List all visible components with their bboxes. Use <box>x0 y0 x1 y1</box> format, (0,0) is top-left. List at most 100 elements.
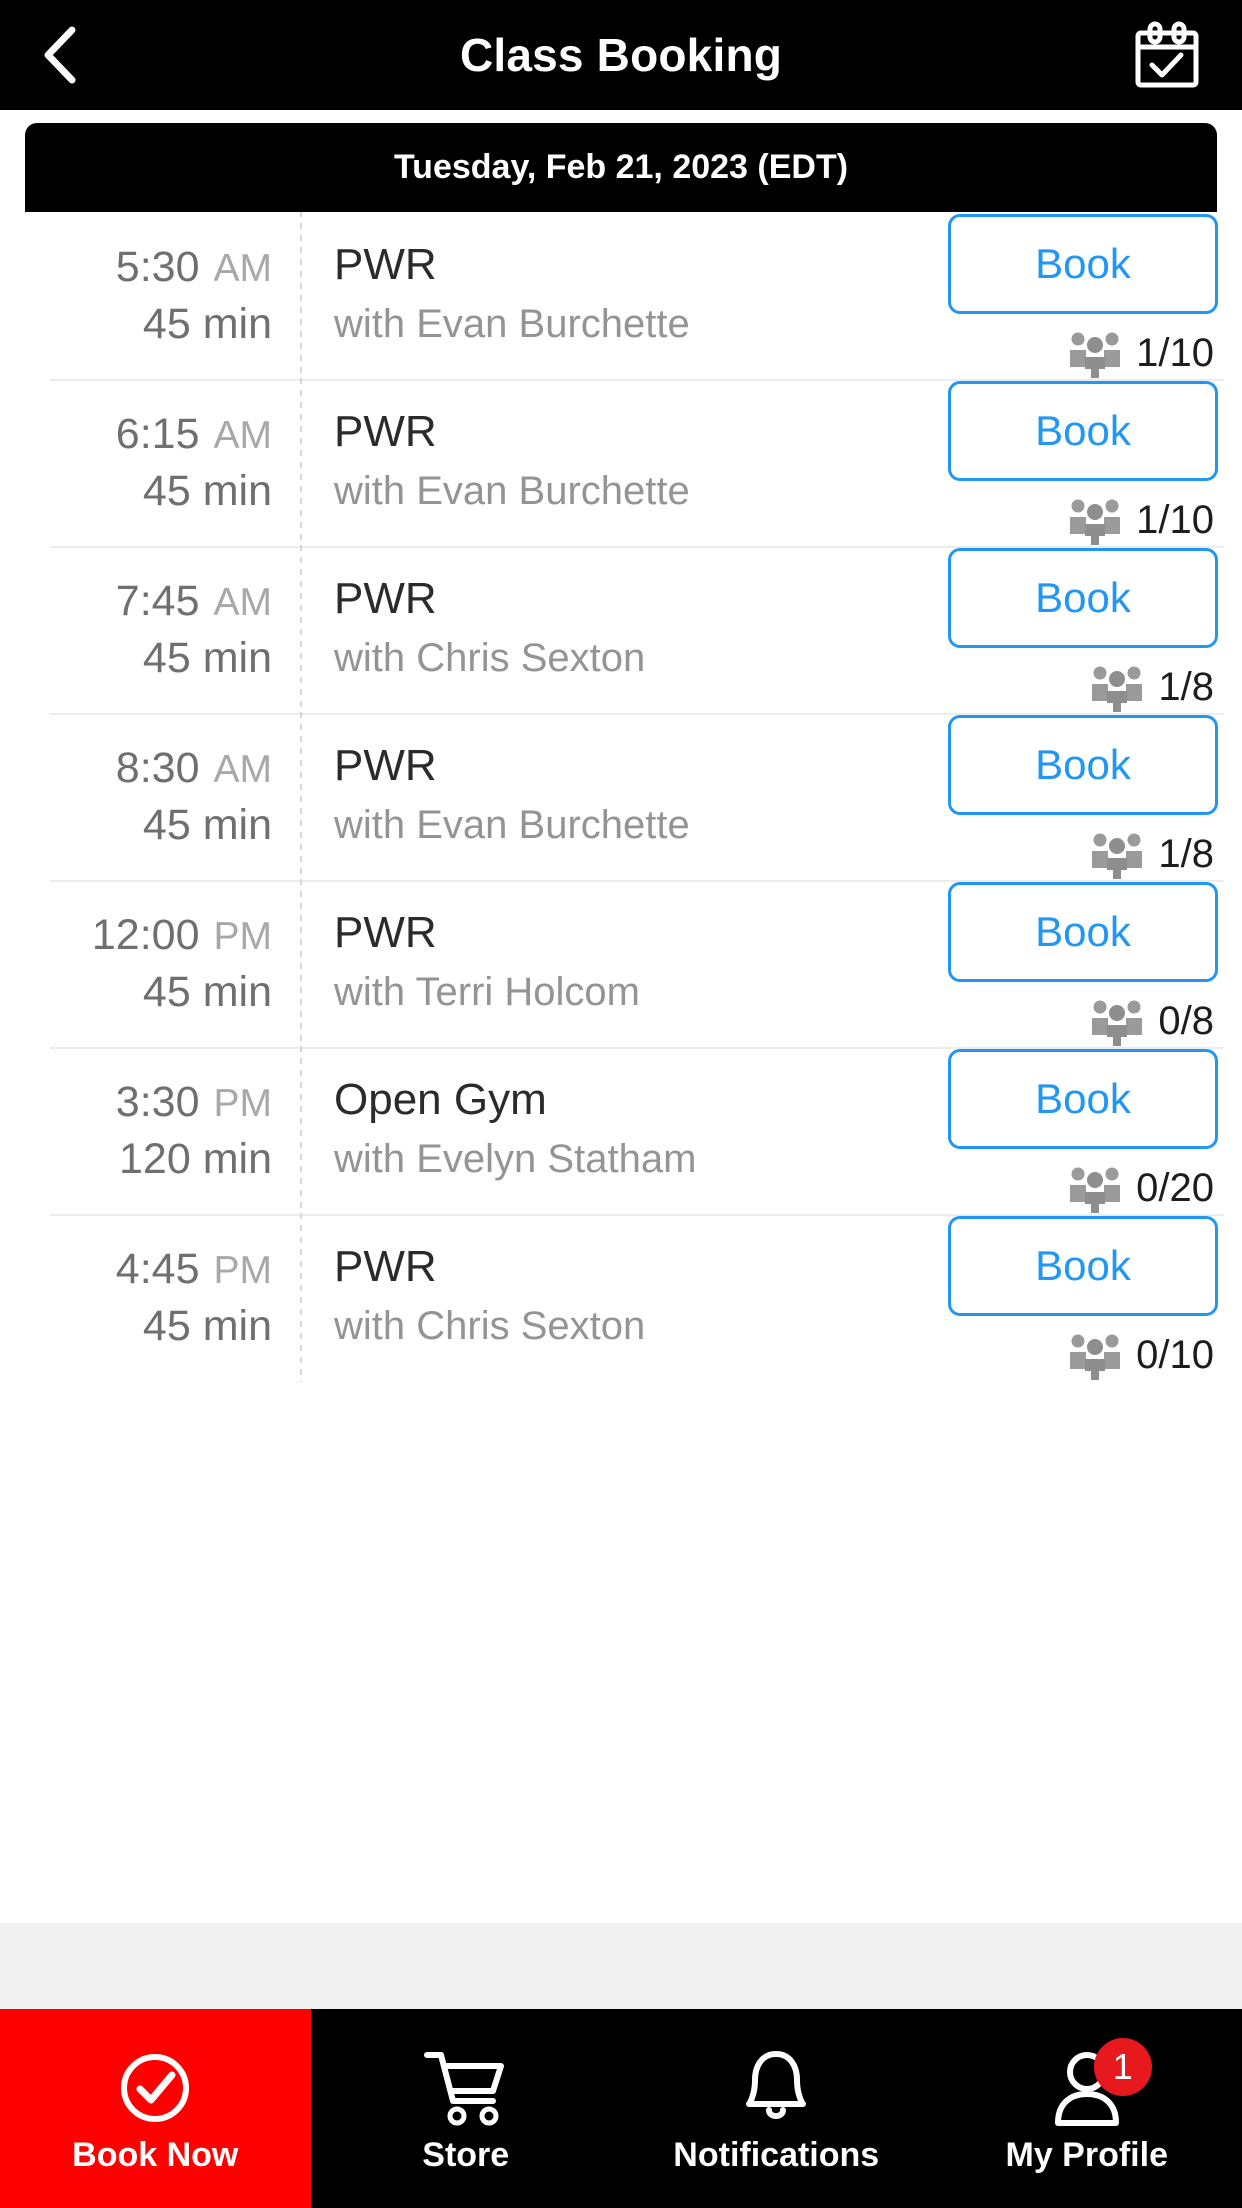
class-start-time: 8:30 <box>115 743 200 792</box>
people-icon <box>1070 499 1121 545</box>
class-row[interactable]: 6:15 AM 45 min PWR with Evan Burchette Book 1/… <box>0 378 1242 547</box>
class-capacity: 1/10 <box>948 497 1218 545</box>
class-capacity-text: 1/10 <box>1136 498 1214 542</box>
class-duration: 45 min <box>142 633 272 682</box>
nav-icon-wrap <box>423 2042 509 2134</box>
class-action-column: Book 0/10 <box>942 1214 1242 1381</box>
class-name: PWR <box>334 240 437 290</box>
class-duration: 45 min <box>142 299 272 348</box>
class-row[interactable]: 12:00 PM 45 min PWR with Terri Holcom Book 0/8 <box>0 879 1242 1048</box>
class-capacity-text: 1/8 <box>1158 832 1214 876</box>
nav-item-book-now[interactable]: Book Now <box>0 2009 311 2208</box>
list-bottom-filler <box>0 1923 1242 2009</box>
class-capacity: 1/8 <box>948 831 1218 879</box>
page-title: Class Booking <box>459 29 783 81</box>
class-duration: 45 min <box>142 466 272 515</box>
class-row[interactable]: 3:30 PM 120 min Open Gym with Evelyn Statham… <box>0 1046 1242 1215</box>
class-start-time: 5:30 <box>115 242 200 291</box>
class-capacity-text: 0/8 <box>1158 999 1214 1043</box>
check-circle-icon <box>121 2054 190 2122</box>
chevron-left-icon <box>39 24 81 86</box>
nav-item-label: Notifications <box>673 2136 880 2174</box>
nav-icon-wrap <box>118 2042 192 2134</box>
class-info-column: PWR with Chris Sexton <box>302 546 942 713</box>
book-button[interactable]: Book <box>948 714 1218 815</box>
class-meridiem: AM <box>213 246 273 290</box>
nav-item-label: Book Now <box>72 2136 239 2174</box>
class-meridiem: AM <box>213 747 273 791</box>
class-name: PWR <box>334 908 437 958</box>
nav-item-store[interactable]: Store <box>311 2009 622 2208</box>
calendar-button[interactable] <box>1112 0 1222 110</box>
class-time-column: 8:30 AM 45 min <box>0 712 302 881</box>
book-button[interactable]: Book <box>948 213 1218 314</box>
class-time-column: 4:45 PM 45 min <box>0 1213 302 1382</box>
class-time-column: 5:30 AM 45 min <box>0 212 302 380</box>
class-start-time: 6:15 <box>115 409 200 458</box>
class-instructor: with Chris Sexton <box>334 1303 646 1348</box>
class-duration: 45 min <box>142 967 272 1016</box>
class-start-time: 3:30 <box>115 1077 200 1126</box>
class-time-column: 12:00 PM 45 min <box>0 879 302 1048</box>
class-capacity: 0/8 <box>948 998 1218 1046</box>
nav-item-notifications[interactable]: Notifications <box>621 2009 932 2208</box>
calendar-check-icon <box>1134 21 1200 89</box>
class-capacity: 1/10 <box>948 330 1218 378</box>
people-icon <box>1070 1167 1121 1213</box>
class-meridiem: AM <box>213 413 273 457</box>
class-capacity-text: 1/10 <box>1136 331 1214 375</box>
class-meridiem: AM <box>213 580 273 624</box>
back-button[interactable] <box>10 0 110 110</box>
class-capacity: 1/8 <box>948 664 1218 712</box>
class-info-column: Open Gym with Evelyn Statham <box>302 1047 942 1214</box>
bottom-navigation: Book Now Store Notifications 1 My Profile <box>0 2009 1242 2208</box>
class-duration: 45 min <box>142 800 272 849</box>
class-info-column: PWR with Evan Burchette <box>302 713 942 880</box>
class-info-column: PWR with Evan Burchette <box>302 212 942 379</box>
class-capacity: 0/20 <box>948 1165 1218 1213</box>
class-name: PWR <box>334 407 437 457</box>
nav-item-label: My Profile <box>1005 2136 1168 2174</box>
class-duration: 120 min <box>119 1134 272 1183</box>
class-row[interactable]: 7:45 AM 45 min PWR with Chris Sexton Book 1/8 <box>0 545 1242 714</box>
class-time-column: 3:30 PM 120 min <box>0 1046 302 1215</box>
nav-icon-wrap <box>741 2042 811 2134</box>
book-button[interactable]: Book <box>948 1215 1218 1316</box>
nav-item-my-profile[interactable]: 1 My Profile <box>932 2009 1242 2208</box>
people-icon <box>1092 833 1143 879</box>
selected-date-label: Tuesday, Feb 21, 2023 (EDT) <box>393 148 849 186</box>
people-icon <box>1070 332 1121 378</box>
class-capacity-text: 1/8 <box>1158 665 1214 709</box>
class-time-column: 6:15 AM 45 min <box>0 378 302 547</box>
book-button[interactable]: Book <box>948 1048 1218 1149</box>
class-row[interactable]: 8:30 AM 45 min PWR with Evan Burchette Book 1/… <box>0 712 1242 881</box>
class-start-time: 4:45 <box>115 1244 200 1293</box>
class-meridiem: PM <box>213 1081 273 1125</box>
book-button[interactable]: Book <box>948 881 1218 982</box>
nav-item-label: Store <box>422 2136 510 2174</box>
app-header: Class Booking <box>0 0 1242 110</box>
date-bar[interactable]: Tuesday, Feb 21, 2023 (EDT) <box>25 123 1217 212</box>
class-instructor: with Terri Holcom <box>334 969 640 1014</box>
class-action-column: Book 1/10 <box>942 379 1242 546</box>
class-action-column: Book 0/20 <box>942 1047 1242 1214</box>
class-instructor: with Evan Burchette <box>334 802 690 847</box>
class-meridiem: PM <box>213 914 273 958</box>
class-row[interactable]: 4:45 PM 45 min PWR with Chris Sexton Book 0/10 <box>0 1213 1242 1382</box>
class-row[interactable]: 5:30 AM 45 min PWR with Evan Burchette Book 1/… <box>0 212 1242 380</box>
class-name: Open Gym <box>334 1075 547 1125</box>
class-instructor: with Evan Burchette <box>334 468 690 513</box>
class-name: PWR <box>334 1242 437 1292</box>
class-capacity: 0/10 <box>948 1332 1218 1380</box>
notification-badge: 1 <box>1093 2038 1152 2096</box>
book-button[interactable]: Book <box>948 547 1218 648</box>
class-instructor: with Evelyn Statham <box>334 1136 697 1181</box>
class-info-column: PWR with Chris Sexton <box>302 1214 942 1381</box>
class-duration: 45 min <box>142 1301 272 1350</box>
class-info-column: PWR with Evan Burchette <box>302 379 942 546</box>
class-name: PWR <box>334 741 437 791</box>
class-instructor: with Evan Burchette <box>334 301 690 346</box>
book-button[interactable]: Book <box>948 380 1218 481</box>
class-booking-screen: Class Booking Tuesday, Feb 21, 2023 (EDT… <box>0 0 1242 2208</box>
class-time-column: 7:45 AM 45 min <box>0 545 302 714</box>
